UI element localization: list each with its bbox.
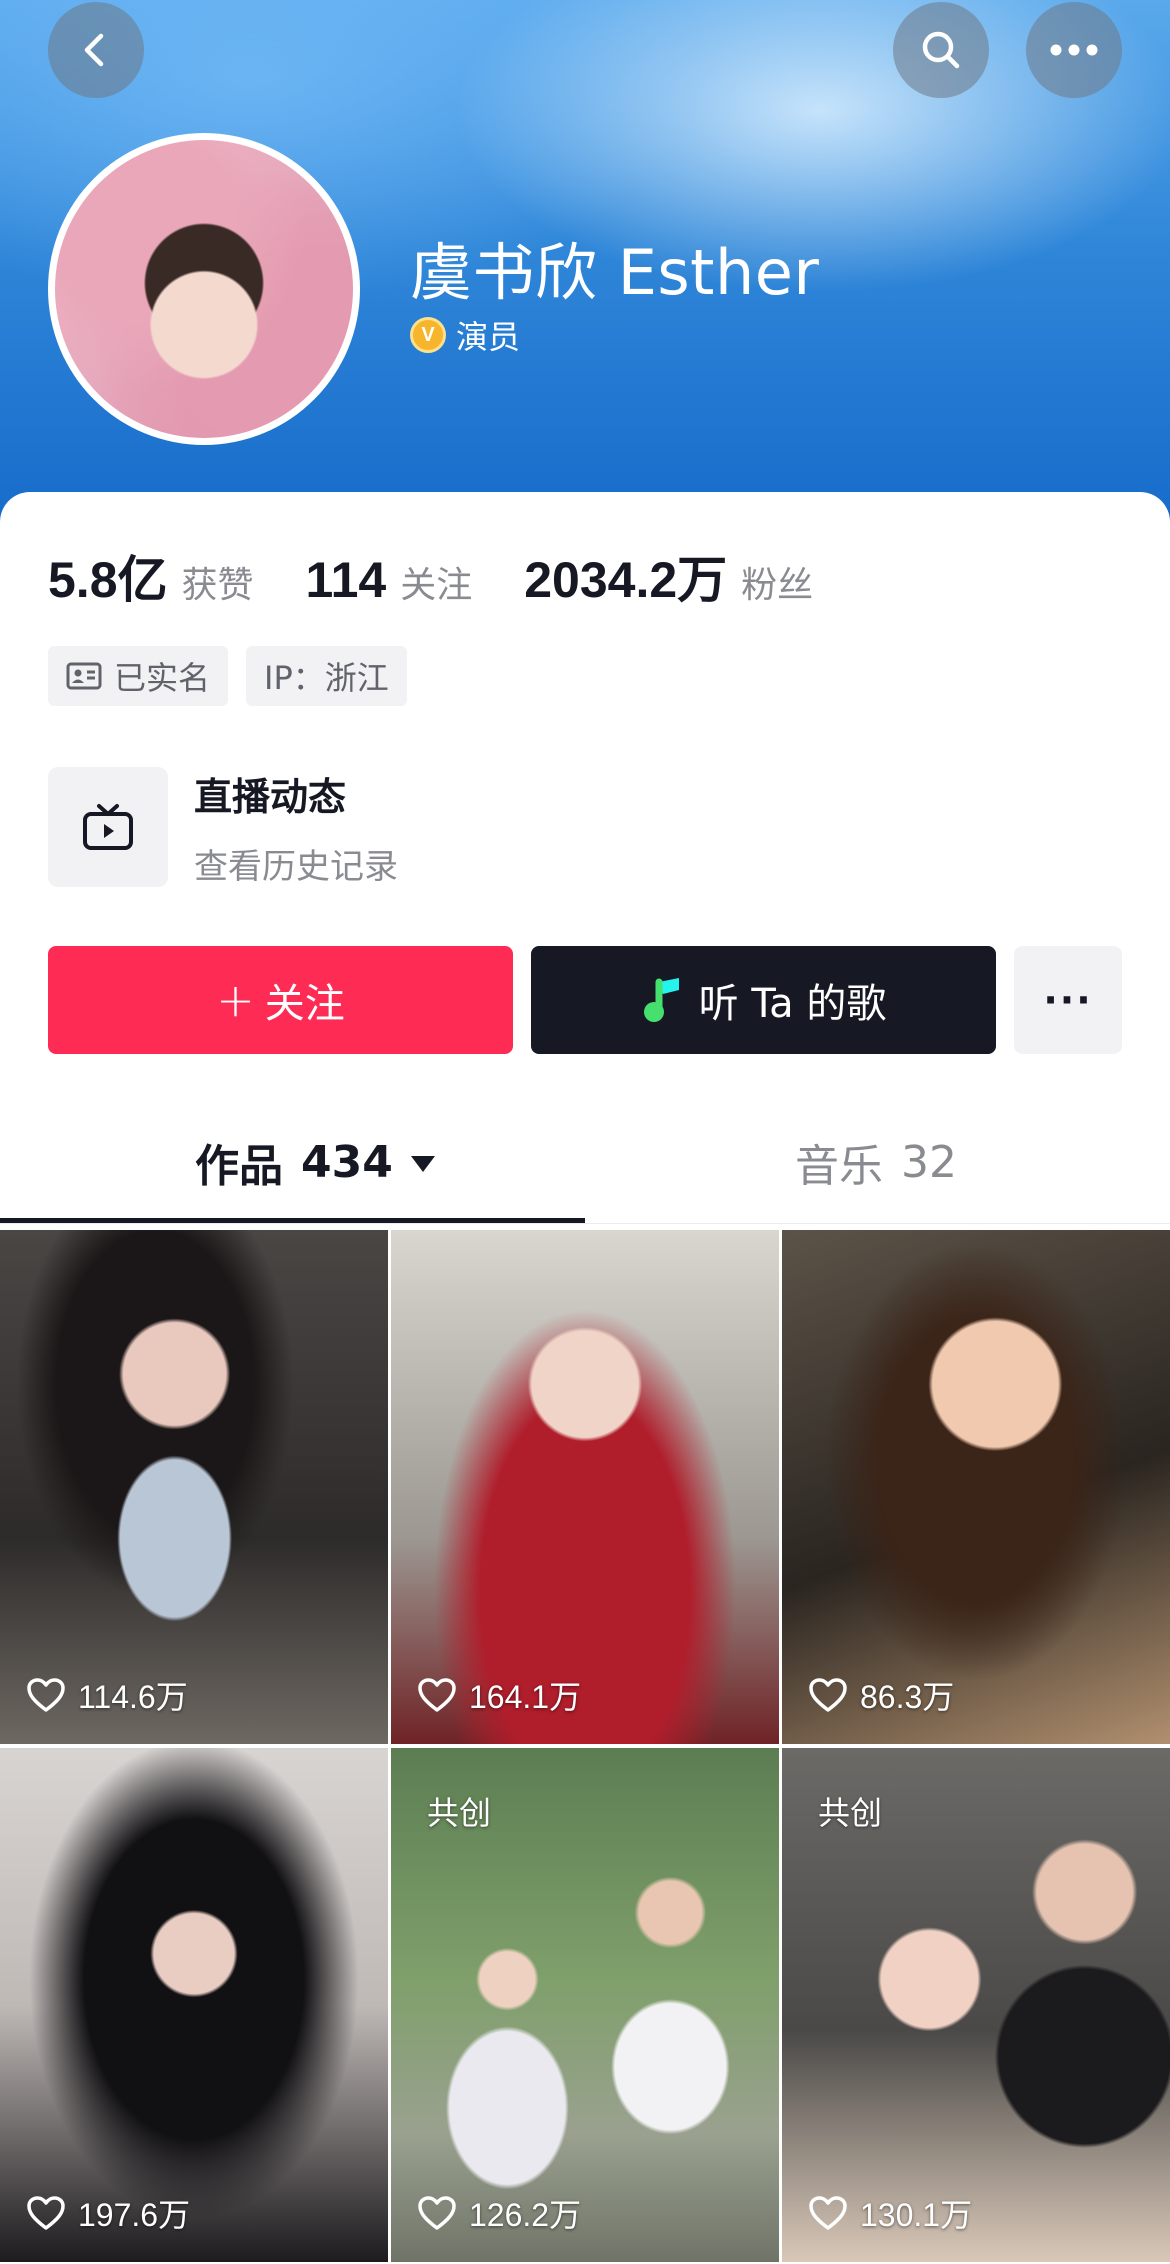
stat-following-label: 关注	[400, 565, 473, 606]
tab-works[interactable]: 作品 434	[195, 1130, 435, 1194]
heart-icon	[809, 2196, 847, 2230]
video-like-count: 126.2万	[469, 2197, 582, 2233]
live-subtitle: 查看历史记录	[194, 847, 398, 887]
heart-icon	[809, 1678, 847, 1712]
listen-songs-button[interactable]: 听 Ta 的歌	[531, 946, 996, 1054]
search-icon	[922, 31, 960, 69]
back-button[interactable]	[48, 2, 144, 98]
live-title: 直播动态	[194, 775, 347, 819]
stat-following-value: 114	[305, 552, 387, 608]
back-arrow-icon	[84, 33, 104, 67]
video-tile[interactable]: 86.3万	[782, 1230, 1170, 1744]
video-tile[interactable]: 164.1万	[391, 1230, 779, 1744]
dropdown-caret-icon[interactable]	[410, 1156, 435, 1172]
video-tile[interactable]: 共创 130.1万	[782, 1748, 1170, 2262]
video-tile[interactable]: 197.6万	[0, 1748, 388, 2262]
video-tile[interactable]: 共创 126.2万	[391, 1748, 779, 2262]
video-tile[interactable]: 114.6万	[0, 1230, 388, 1744]
stat-likes[interactable]: 5.8亿 获赞	[48, 540, 254, 612]
verification-row: V 演员	[410, 312, 520, 358]
co-creation-label: 共创	[818, 1794, 883, 1832]
video-like-count: 130.1万	[860, 2197, 973, 2233]
heart-icon	[418, 2196, 456, 2230]
live-text: 直播动态 查看历史记录	[194, 766, 398, 888]
user-name: 虞书欣 Esther	[410, 236, 820, 309]
tab-music-count: 32	[901, 1136, 957, 1188]
video-likes: 126.2万	[417, 2190, 581, 2236]
plus-icon: +	[216, 973, 255, 1027]
avatar-image	[55, 140, 353, 438]
tab-divider	[0, 1223, 1170, 1224]
video-likes: 86.3万	[808, 1672, 954, 1718]
stat-followers-value: 2034.2万	[524, 552, 728, 608]
tab-music[interactable]: 音乐 32	[795, 1130, 957, 1194]
avatar[interactable]	[48, 133, 360, 445]
tab-works-label: 作品	[195, 1141, 283, 1192]
follow-button[interactable]: + 关注	[48, 946, 513, 1054]
music-note-icon	[643, 978, 679, 1022]
tab-music-label: 音乐	[795, 1141, 883, 1192]
stat-following[interactable]: 114 关注	[306, 551, 473, 609]
id-card-icon	[66, 662, 102, 690]
ip-location-tag: IP：浙江	[246, 646, 407, 706]
co-creation-label: 共创	[427, 1794, 492, 1832]
verified-badge-icon: V	[410, 317, 446, 353]
video-grid: 114.6万 164.1万 86.3万 197.6万 共创 126.2万 共创 …	[0, 1230, 1170, 2262]
more-actions-icon: ···	[1043, 978, 1093, 1022]
heart-icon	[27, 1678, 65, 1712]
heart-icon	[27, 2196, 65, 2230]
follow-button-label: 关注	[264, 981, 345, 1027]
live-history-entry[interactable]: 直播动态 查看历史记录	[48, 766, 398, 888]
video-like-count: 114.6万	[78, 1679, 188, 1715]
stats-row: 5.8亿 获赞 114 关注 2034.2万 粉丝	[48, 540, 865, 612]
stat-followers[interactable]: 2034.2万 粉丝	[524, 540, 813, 612]
realname-tag: 已实名	[48, 646, 229, 706]
stat-likes-label: 获赞	[181, 565, 254, 606]
more-dots-icon	[1050, 44, 1098, 56]
verification-label: 演员	[456, 318, 521, 356]
more-actions-button[interactable]: ···	[1014, 946, 1122, 1054]
video-likes: 114.6万	[26, 1672, 188, 1718]
stat-followers-label: 粉丝	[741, 565, 814, 606]
video-likes: 197.6万	[26, 2190, 190, 2236]
heart-icon	[418, 1678, 456, 1712]
realname-tag-label: 已实名	[114, 659, 211, 697]
listen-songs-label: 听 Ta 的歌	[698, 981, 887, 1027]
video-likes: 130.1万	[808, 2190, 972, 2236]
video-like-count: 86.3万	[860, 1679, 955, 1715]
ip-location-label: IP：浙江	[264, 659, 389, 697]
tab-works-count: 434	[301, 1136, 393, 1188]
live-icon-box	[48, 767, 168, 887]
video-like-count: 197.6万	[78, 2197, 191, 2233]
live-tv-icon	[83, 804, 133, 850]
video-like-count: 164.1万	[469, 1679, 582, 1715]
more-options-button[interactable]	[1026, 2, 1122, 98]
info-tags: 已实名 IP：浙江	[48, 646, 407, 706]
video-likes: 164.1万	[417, 1672, 581, 1718]
stat-likes-value: 5.8亿	[48, 552, 168, 608]
search-button[interactable]	[893, 2, 989, 98]
